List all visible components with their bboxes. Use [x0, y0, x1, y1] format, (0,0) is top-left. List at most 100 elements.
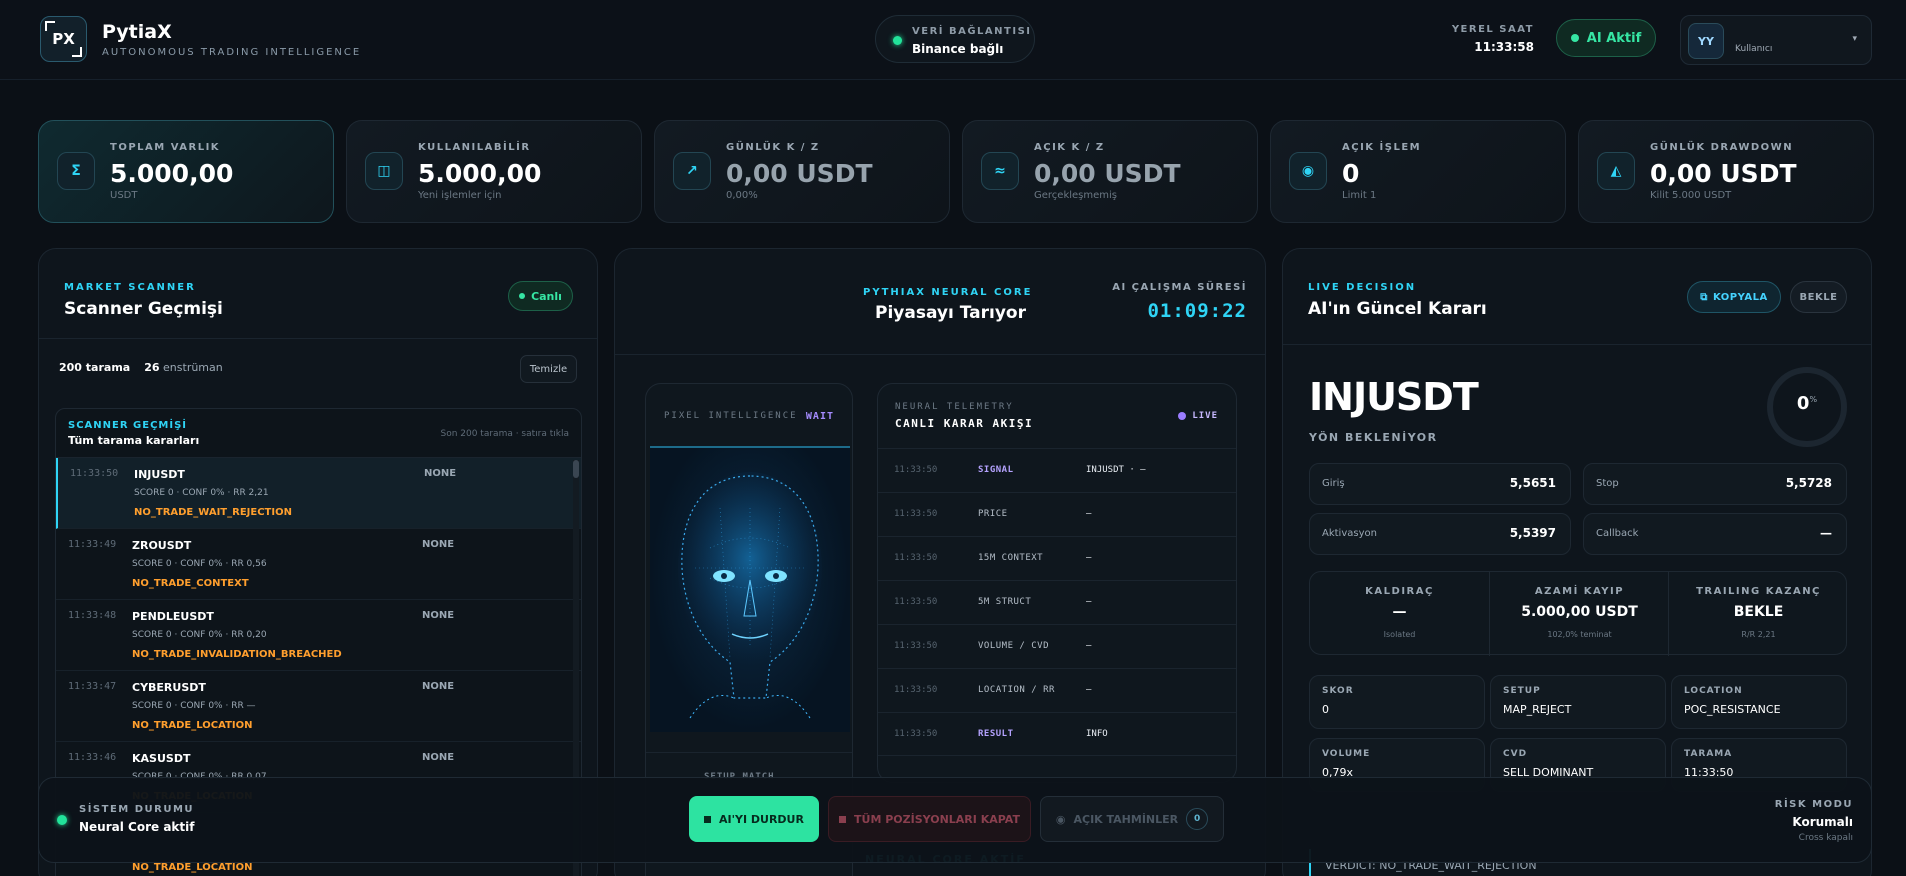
row-side: NONE: [424, 468, 457, 479]
ai-status-label: AI Aktif: [1586, 30, 1642, 46]
sigma-icon: Σ: [57, 152, 95, 190]
decision-symbol: INJUSDT: [1309, 375, 1479, 419]
callback-field: Callback —: [1583, 513, 1847, 555]
telemetry-key: SIGNAL: [978, 465, 1014, 475]
system-status-value: Neural Core aktif: [79, 820, 195, 834]
stat-card-open-pnl: ≈ AÇIK K / Z 0,00 USDT Gerçekleşmemiş: [962, 120, 1258, 223]
leverage-sub: Isolated: [1383, 630, 1416, 639]
clock-value: 11:33:58: [1474, 40, 1534, 54]
scrollbar-thumb[interactable]: [573, 460, 579, 478]
risk-summary: KALDIRAÇ — Isolated AZAMİ KAYIP 5.000,00…: [1309, 571, 1847, 656]
confidence-number: 0: [1796, 393, 1810, 414]
metric-value: POC_RESISTANCE: [1684, 703, 1781, 716]
core-title: Piyasayı Tarıyor: [875, 303, 1026, 323]
row-time: 11:33:48: [68, 610, 117, 621]
telemetry-value: INFO: [1086, 729, 1108, 739]
live-dot-icon: [519, 293, 526, 299]
instrument-count: 26: [144, 361, 160, 374]
entry-value: 5,5651: [1509, 476, 1556, 490]
row-side: NONE: [422, 610, 455, 621]
trailing-label: TRAILING KAZANÇ: [1696, 586, 1821, 597]
stop-label: Stop: [1596, 478, 1619, 489]
open-predictions-button[interactable]: ◉ AÇIK TAHMİNLER 0: [1040, 796, 1224, 842]
telemetry-value: —: [1086, 641, 1092, 651]
telemetry-key: 15M CONTEXT: [978, 553, 1044, 563]
telemetry-row: 11:33:50 VOLUME / CVD —: [878, 624, 1236, 668]
stat-card-available: ◫ KULLANILABİLİR 5.000,00 Yeni işlemler …: [346, 120, 642, 223]
table-row[interactable]: 11:33:48 PENDLEUSDT SCORE 0 · CONF 0% · …: [56, 600, 581, 671]
close-all-positions-button[interactable]: TÜM POZİSYONLARI KAPAT: [828, 796, 1031, 842]
table-row[interactable]: 11:33:49 ZROUSDT SCORE 0 · CONF 0% · RR …: [56, 529, 581, 600]
user-name: Kullanıcı: [1735, 44, 1773, 54]
trailing-cell: TRAILING KAZANÇ BEKLE R/R 2,21: [1668, 572, 1847, 656]
pixel-state: WAIT: [805, 411, 834, 422]
scanner-title: Scanner Geçmişi: [64, 299, 223, 319]
stop-ai-button[interactable]: AI'YI DURDUR: [689, 796, 819, 842]
uptime-label: AI ÇALIŞMA SÜRESİ: [1112, 282, 1247, 293]
stat-value: 5.000,00: [110, 159, 234, 188]
telemetry-time: 11:33:50: [894, 685, 938, 695]
open-predictions-count: 0: [1186, 808, 1209, 830]
maxloss-value: 5.000,00 USDT: [1521, 604, 1638, 620]
metric-label: LOCATION: [1684, 686, 1743, 696]
trailing-sub: R/R 2,21: [1741, 630, 1776, 639]
metric-label: VOLUME: [1322, 749, 1371, 759]
copy-label: KOPYALA: [1712, 291, 1768, 303]
confidence-unit: %: [1809, 395, 1818, 404]
stat-card-drawdown: ◭ GÜNLÜK DRAWDOWN 0,00 USDT Kilit 5.000 …: [1578, 120, 1874, 223]
chevron-down-icon: ▾: [1852, 34, 1857, 44]
bottom-control-bar: SİSTEM DURUMU Neural Core aktif AI'YI DU…: [38, 777, 1872, 863]
row-side: NONE: [422, 752, 455, 763]
scanner-header: MARKET SCANNER Scanner Geçmişi Canlı: [39, 249, 597, 339]
row-symbol: KASUSDT: [132, 752, 191, 765]
stop-ai-label: AI'YI DURDUR: [719, 812, 804, 826]
system-status-dot-icon: [57, 815, 67, 825]
copy-icon: ⧉: [1700, 291, 1708, 303]
core-kicker: PYTHIAX NEURAL CORE: [863, 287, 1033, 298]
telemetry-row: 11:33:50 LOCATION / RR —: [878, 668, 1236, 712]
history-header: SCANNER GEÇMİŞİ Tüm tarama kararları Son…: [56, 409, 581, 458]
maxloss-cell: AZAMİ KAYIP 5.000,00 USDT 102,0% teminat: [1489, 572, 1668, 656]
scan-total: 200 tarama: [59, 361, 131, 374]
row-symbol: CYBERUSDT: [132, 681, 206, 694]
row-meta: SCORE 0 · CONF 0% · RR 0,20: [132, 630, 267, 640]
metric-value: MAP_REJECT: [1503, 703, 1572, 716]
telemetry-time: 11:33:50: [894, 465, 938, 475]
history-kicker: SCANNER GEÇMİŞİ: [68, 420, 188, 431]
activation-label: Aktivasyon: [1322, 528, 1377, 539]
row-time: 11:33:47: [68, 681, 117, 692]
wait-button[interactable]: BEKLE: [1790, 281, 1847, 313]
telemetry-key: VOLUME / CVD: [978, 641, 1050, 651]
clear-button[interactable]: Temizle: [520, 355, 577, 383]
warning-triangle-icon: ◭: [1597, 152, 1635, 190]
connection-label: VERİ BAĞLANTISI: [912, 26, 1032, 37]
leverage-cell: KALDIRAÇ — Isolated: [1310, 572, 1489, 656]
telemetry-value: —: [1086, 597, 1092, 607]
entry-label: Giriş: [1322, 478, 1345, 489]
telemetry-kicker: NEURAL TELEMETRY: [895, 402, 1014, 412]
copy-button[interactable]: ⧉ KOPYALA: [1687, 281, 1781, 313]
telemetry-value: —: [1086, 509, 1092, 519]
table-row[interactable]: 11:33:50 INJUSDT SCORE 0 · CONF 0% · RR …: [56, 458, 581, 529]
metric-value: 0: [1322, 703, 1329, 716]
history-note: Son 200 tarama · satıra tıkla: [440, 429, 569, 439]
stat-card-open-trades: ◉ AÇIK İŞLEM 0 Limit 1: [1270, 120, 1566, 223]
telemetry-row: 11:33:50 PRICE —: [878, 492, 1236, 536]
wallet-icon: ◫: [365, 152, 403, 190]
table-row[interactable]: 11:33:47 CYBERUSDT SCORE 0 · CONF 0% · R…: [56, 671, 581, 742]
telemetry-card: NEURAL TELEMETRY CANLI KARAR AKIŞI LIVE …: [877, 383, 1237, 783]
stat-value: 0: [1342, 159, 1360, 188]
telemetry-row: 11:33:50 SIGNAL INJUSDT · —: [878, 448, 1236, 492]
pixel-footer-divider: [646, 752, 852, 753]
ai-status-badge[interactable]: AI Aktif: [1556, 19, 1656, 57]
decision-direction: YÖN BEKLENİYOR: [1309, 431, 1438, 444]
target-icon: ◉: [1289, 152, 1327, 190]
callback-label: Callback: [1596, 528, 1639, 539]
instrument-label: enstrüman: [163, 361, 223, 374]
row-time: 11:33:50: [70, 468, 119, 479]
user-menu[interactable]: YY Kullanıcı ▾: [1680, 15, 1872, 65]
telemetry-value: —: [1086, 685, 1092, 695]
app-logo: PX: [40, 16, 87, 62]
activation-field: Aktivasyon 5,5397: [1309, 513, 1571, 555]
entry-field: Giriş 5,5651: [1309, 463, 1571, 505]
